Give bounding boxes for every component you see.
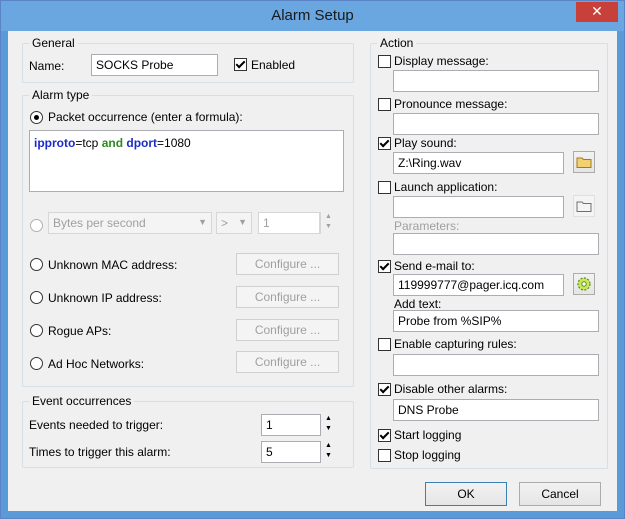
packet-occurrence-radio[interactable]: [30, 111, 43, 124]
times-trigger-label: Times to trigger this alarm:: [29, 445, 171, 459]
events-needed-spinner[interactable]: ▲ ▼: [320, 414, 336, 436]
general-legend: General: [29, 36, 78, 50]
configure-adhoc-button[interactable]: Configure ...: [236, 351, 339, 373]
spin-up-icon[interactable]: ▲: [321, 414, 336, 424]
enabled-checkbox[interactable]: [234, 58, 247, 71]
title-bar[interactable]: Alarm Setup ✕: [1, 1, 624, 31]
play-sound-checkbox[interactable]: [378, 137, 391, 150]
capturing-rules-input[interactable]: [393, 354, 599, 376]
disable-alarms-checkbox[interactable]: [378, 383, 391, 396]
chevron-down-icon: ▼: [238, 217, 247, 227]
events-needed-input[interactable]: 1: [261, 414, 321, 436]
name-input[interactable]: SOCKS Probe: [91, 54, 218, 76]
operator-value: >: [221, 216, 229, 230]
rogue-aps-radio[interactable]: [30, 324, 43, 337]
formula-keyword-dport: dport: [126, 136, 158, 150]
times-trigger-spinner[interactable]: ▲ ▼: [320, 441, 336, 463]
adhoc-networks-label: Ad Hoc Networks:: [48, 357, 145, 371]
display-message-checkbox[interactable]: [378, 55, 391, 68]
enable-capturing-label: Enable capturing rules:: [394, 337, 517, 351]
configure-ip-button[interactable]: Configure ...: [236, 286, 339, 308]
unknown-mac-radio[interactable]: [30, 258, 43, 271]
disable-alarms-input[interactable]: DNS Probe: [393, 399, 599, 421]
adhoc-networks-radio[interactable]: [30, 357, 43, 370]
parameters-input[interactable]: [393, 233, 599, 255]
play-sound-label: Play sound:: [394, 136, 457, 150]
folder-icon: [576, 157, 592, 168]
formula-keyword-ipproto: ipproto: [34, 136, 76, 150]
spin-down-icon[interactable]: ▼: [321, 424, 336, 434]
window-title: Alarm Setup: [271, 7, 354, 24]
spin-down-icon[interactable]: ▼: [321, 451, 336, 461]
bytes-value-input[interactable]: 1: [258, 212, 320, 234]
formula-keyword-and: and: [101, 136, 124, 150]
formula-text-port: =1080: [157, 136, 191, 150]
name-label: Name:: [29, 59, 65, 73]
sound-file-input[interactable]: Z:\Ring.wav: [393, 152, 564, 174]
start-logging-checkbox[interactable]: [378, 429, 391, 442]
bytes-per-second-select[interactable]: Bytes per second ▼: [48, 212, 212, 234]
formula-editor[interactable]: ipproto=tcp and dport=1080: [29, 130, 344, 192]
cancel-button[interactable]: Cancel: [519, 482, 601, 506]
enable-capturing-checkbox[interactable]: [378, 338, 391, 351]
unknown-mac-label: Unknown MAC address:: [48, 258, 178, 272]
email-settings-button[interactable]: [573, 273, 595, 295]
unknown-ip-label: Unknown IP address:: [48, 291, 162, 305]
pronounce-message-input[interactable]: [393, 113, 599, 135]
gear-icon: [577, 277, 591, 291]
spin-up-icon[interactable]: ▲: [321, 212, 336, 222]
disable-alarms-label: Disable other alarms:: [394, 382, 508, 396]
dialog-body: General Name: SOCKS Probe Enabled Alarm …: [8, 31, 617, 511]
alarm-type-legend: Alarm type: [29, 88, 93, 102]
bytes-per-second-value: Bytes per second: [53, 216, 146, 230]
stop-logging-label: Stop logging: [394, 448, 461, 462]
pronounce-message-label: Pronounce message:: [394, 97, 508, 111]
chevron-down-icon: ▼: [198, 217, 207, 227]
unknown-ip-radio[interactable]: [30, 291, 43, 304]
start-logging-label: Start logging: [394, 428, 462, 442]
event-occurrences-legend: Event occurrences: [29, 394, 135, 408]
enabled-label: Enabled: [251, 58, 296, 72]
operator-select[interactable]: > ▼: [216, 212, 252, 234]
formula-text: =tcp: [75, 136, 102, 150]
pronounce-message-checkbox[interactable]: [378, 98, 391, 111]
stop-logging-checkbox[interactable]: [378, 449, 391, 462]
action-legend: Action: [377, 36, 417, 50]
bytes-per-second-radio[interactable]: [30, 219, 43, 232]
email-to-input[interactable]: 119999777@pager.icq.com: [393, 274, 564, 296]
bytes-value-spinner[interactable]: ▲ ▼: [320, 212, 336, 234]
send-email-checkbox[interactable]: [378, 260, 391, 273]
add-text-label: Add text:: [394, 297, 442, 311]
browse-application-button[interactable]: [573, 195, 595, 217]
configure-rogue-button[interactable]: Configure ...: [236, 319, 339, 341]
rogue-aps-label: Rogue APs:: [48, 324, 112, 338]
close-icon[interactable]: ✕: [576, 2, 618, 22]
events-needed-label: Events needed to trigger:: [29, 418, 164, 432]
folder-icon: [576, 201, 592, 212]
application-path-input[interactable]: [393, 196, 564, 218]
spin-down-icon[interactable]: ▼: [321, 222, 336, 232]
alarm-setup-window: Alarm Setup ✕ General Name: SOCKS Probe …: [0, 0, 625, 519]
browse-sound-button[interactable]: [573, 151, 595, 173]
display-message-label: Display message:: [394, 54, 489, 68]
display-message-input[interactable]: [393, 70, 599, 92]
packet-occurrence-label: Packet occurrence (enter a formula):: [48, 110, 243, 124]
spin-up-icon[interactable]: ▲: [321, 441, 336, 451]
send-email-label: Send e-mail to:: [394, 259, 475, 273]
launch-application-label: Launch application:: [394, 180, 498, 194]
parameters-label: Parameters:: [394, 219, 460, 233]
launch-application-checkbox[interactable]: [378, 181, 391, 194]
ok-button[interactable]: OK: [425, 482, 507, 506]
configure-mac-button[interactable]: Configure ...: [236, 253, 339, 275]
email-text-input[interactable]: Probe from %SIP%: [393, 310, 599, 332]
times-trigger-input[interactable]: 5: [261, 441, 321, 463]
